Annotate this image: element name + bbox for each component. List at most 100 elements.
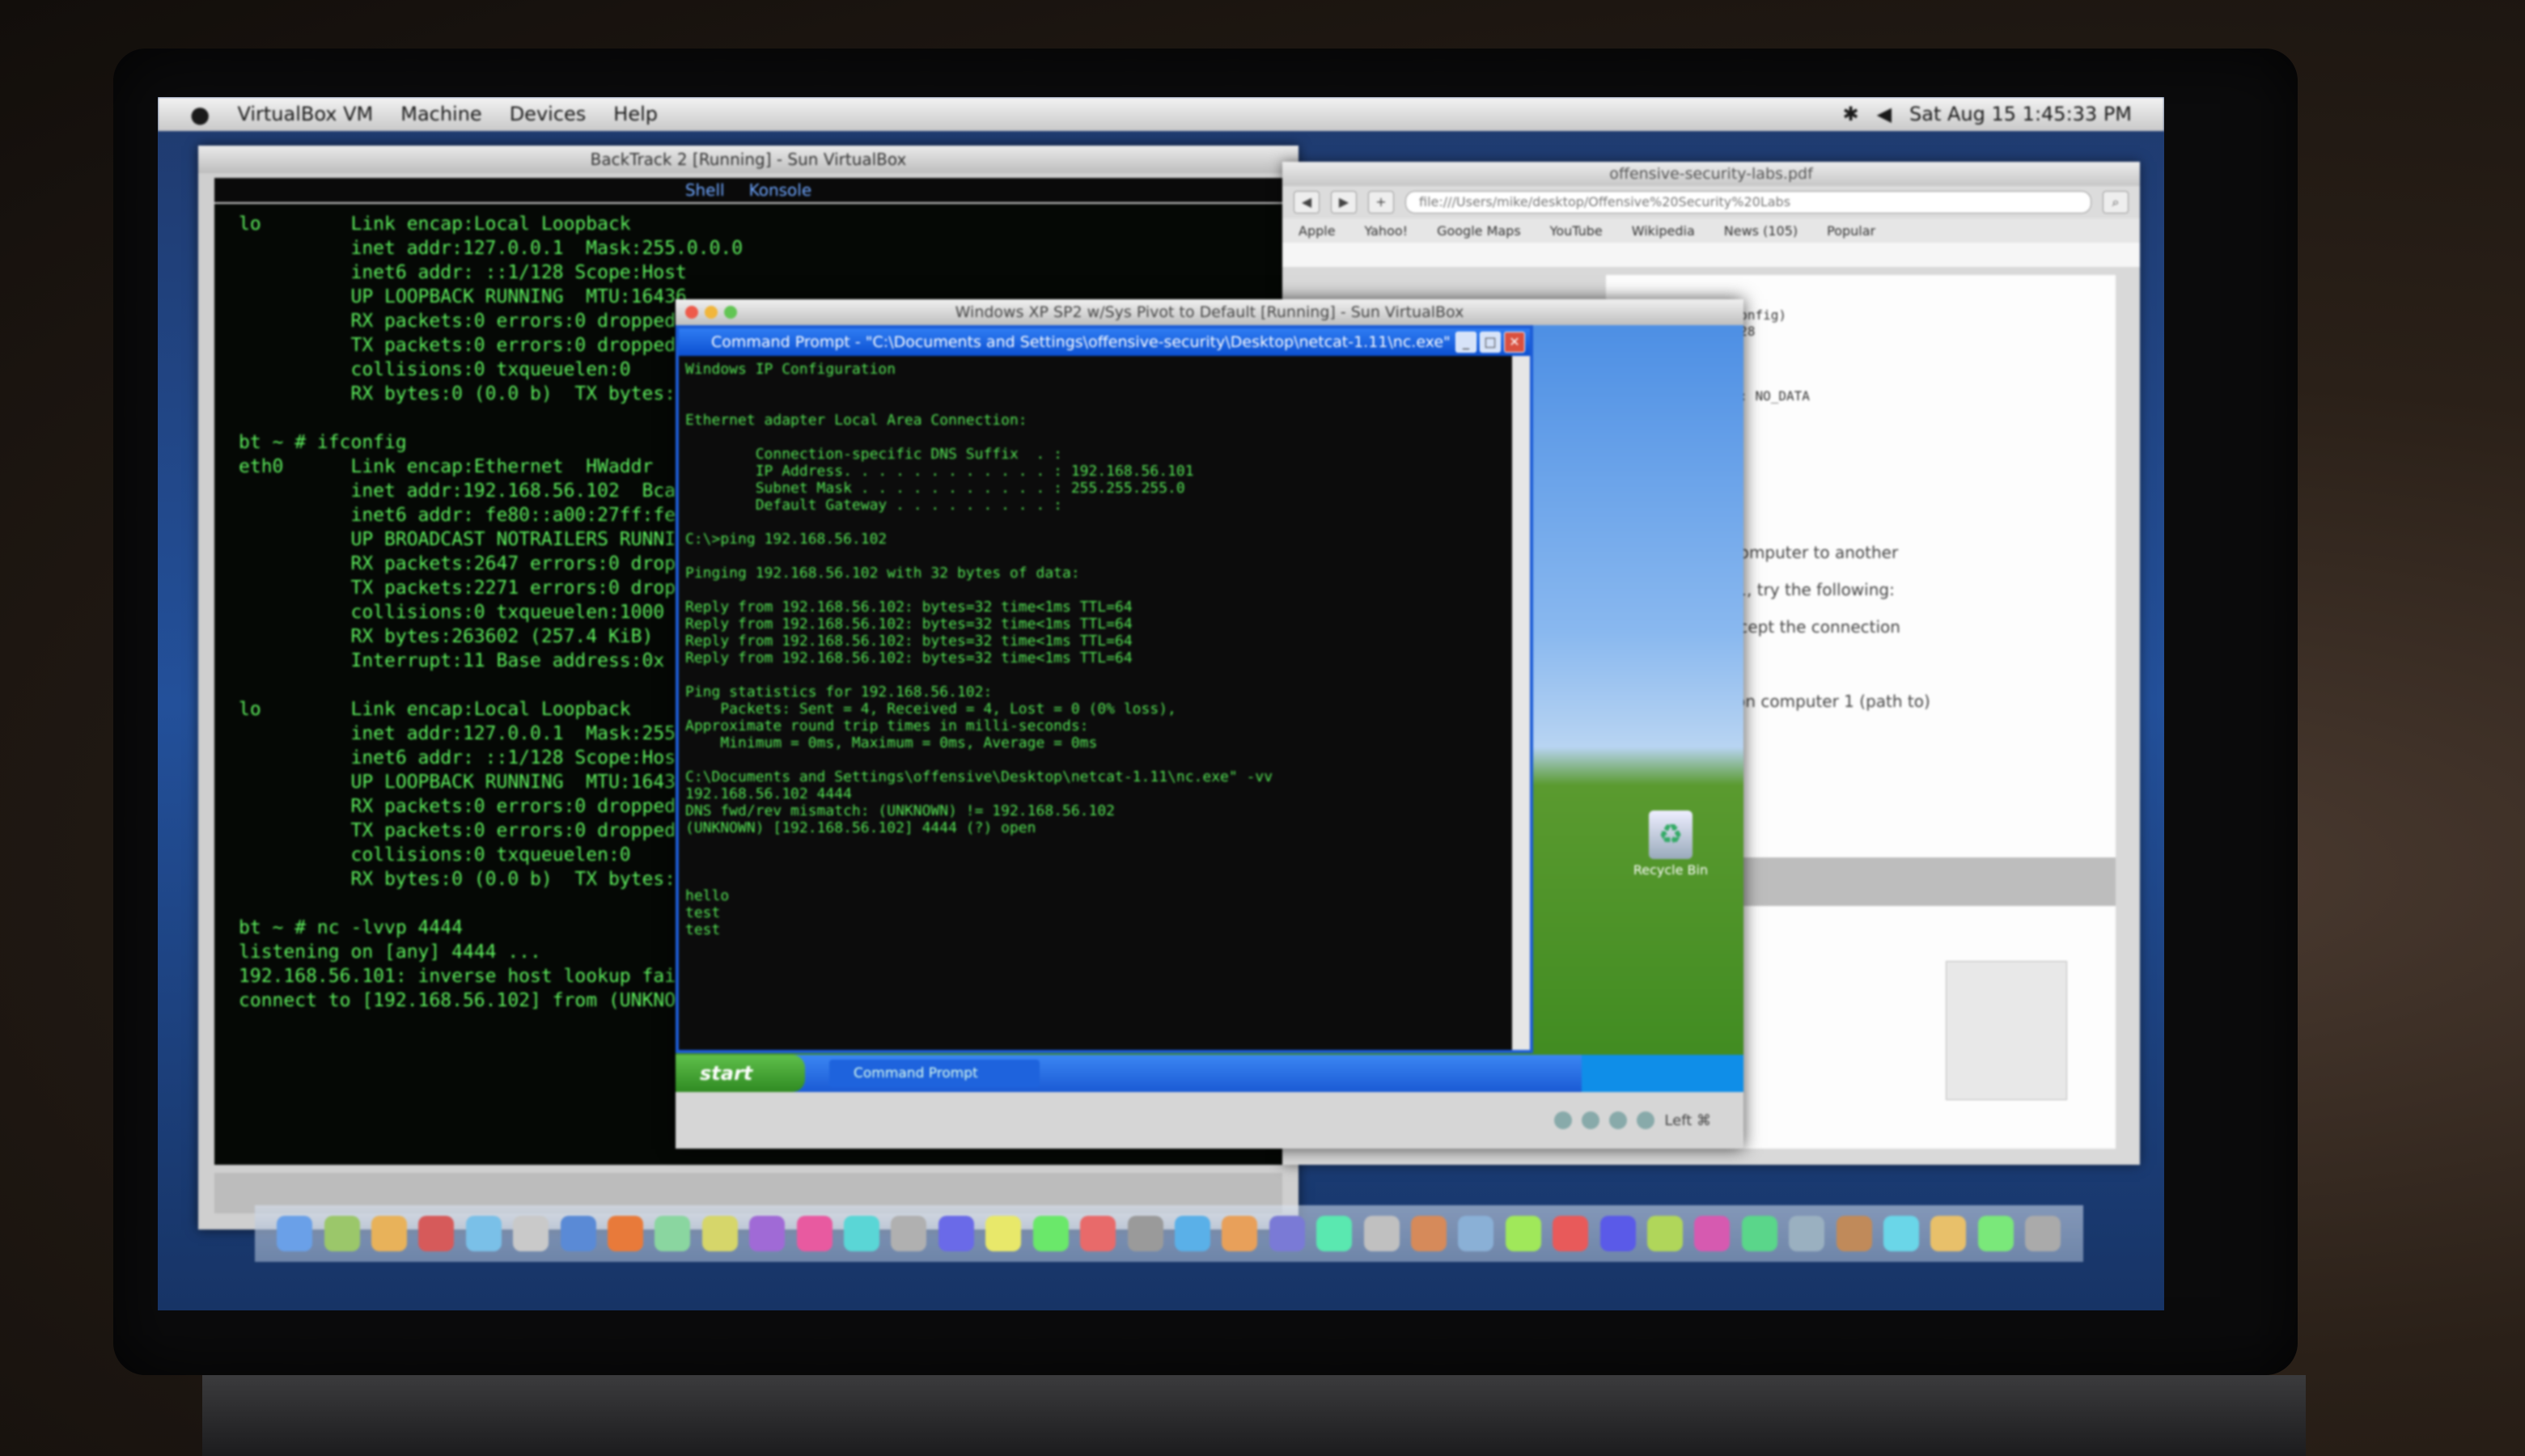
xp-window-title[interactable]: Windows XP SP2 w/Sys Pivot to Default [R… — [676, 299, 1743, 325]
menubar-clock[interactable]: Sat Aug 15 1:45:33 PM — [1909, 103, 2132, 125]
cmd-line — [685, 548, 1504, 565]
bookmark-item[interactable]: Yahoo! — [1365, 223, 1409, 239]
dock-app-icon[interactable] — [985, 1216, 1022, 1251]
window-controls — [685, 306, 737, 319]
dock-app-icon[interactable] — [891, 1216, 927, 1251]
cmd-line: IP Address. . . . . . . . . . . . : 192.… — [685, 463, 1194, 480]
dock-app-icon[interactable] — [655, 1216, 691, 1251]
dock-app-icon[interactable] — [1883, 1216, 1920, 1251]
dock-app-icon[interactable] — [1269, 1216, 1305, 1251]
dock-app-icon[interactable] — [1694, 1216, 1731, 1251]
mac-menubar: ● VirtualBox VM Machine Devices Help ✱ ◀… — [158, 97, 2164, 131]
close-icon[interactable]: ✕ — [1504, 332, 1525, 353]
virtualbox-status-bar: Left ⌘ — [676, 1092, 1743, 1149]
maximize-icon[interactable]: □ — [1480, 332, 1501, 353]
cmd-line: (UNKNOWN) [192.168.56.102] 4444 (?) open — [685, 819, 1036, 836]
dock-app-icon[interactable] — [796, 1216, 832, 1251]
command-prompt-output[interactable]: Windows IP Configuration Ethernet adapte… — [679, 356, 1510, 1050]
back-icon[interactable]: ◀ — [1294, 191, 1320, 214]
dock-app-icon[interactable] — [1174, 1216, 1210, 1251]
bookmark-item[interactable]: Wikipedia — [1632, 223, 1695, 239]
dock-app-icon[interactable] — [1836, 1216, 1872, 1251]
cmd-line: Subnet Mask . . . . . . . . . . . : 255.… — [685, 480, 1185, 497]
dock-app-icon[interactable] — [1977, 1216, 2014, 1251]
minimize-icon[interactable]: _ — [1455, 332, 1476, 353]
browser-window-title[interactable]: offensive-security-labs.pdf — [1282, 162, 2140, 186]
minimize-icon[interactable] — [705, 306, 718, 319]
dock-app-icon[interactable] — [1646, 1216, 1683, 1251]
network-icon[interactable] — [1609, 1111, 1628, 1129]
dock-app-icon[interactable] — [2025, 1216, 2061, 1251]
dock-app-icon[interactable] — [371, 1216, 408, 1251]
dock-app-icon[interactable] — [1553, 1216, 1589, 1251]
cmd-line — [685, 378, 1504, 395]
dock-app-icon[interactable] — [608, 1216, 644, 1251]
bookmark-item[interactable]: Popular — [1827, 223, 1875, 239]
cmd-line — [685, 667, 1504, 684]
bookmark-item[interactable]: Google Maps — [1437, 223, 1521, 239]
dock-app-icon[interactable] — [1789, 1216, 1825, 1251]
dock-app-icon[interactable] — [1741, 1216, 1777, 1251]
dock-app-icon[interactable] — [938, 1216, 974, 1251]
taskbar-item-command-prompt[interactable]: Command Prompt — [829, 1060, 1040, 1087]
disk-icon[interactable] — [1554, 1111, 1573, 1129]
dock-app-icon[interactable] — [418, 1216, 455, 1251]
cmd-line: Ethernet adapter Local Area Connection: — [685, 412, 1027, 429]
cd-icon[interactable] — [1582, 1111, 1600, 1129]
dock-app-icon[interactable] — [1505, 1216, 1541, 1251]
search-icon[interactable]: ⌕ — [2103, 191, 2129, 214]
dock-app-icon[interactable] — [749, 1216, 786, 1251]
recycle-bin[interactable]: ♻ Recycle Bin — [1622, 811, 1719, 878]
dock-app-icon[interactable] — [560, 1216, 596, 1251]
cmd-line: test — [685, 921, 721, 938]
bookmark-item[interactable]: YouTube — [1550, 223, 1603, 239]
cmd-line: 192.168.56.102 4444 — [685, 785, 852, 802]
dock-app-icon[interactable] — [701, 1216, 738, 1251]
forward-icon[interactable]: ▶ — [1331, 191, 1357, 214]
bookmark-item[interactable]: News (105) — [1724, 223, 1798, 239]
dock-app-icon[interactable] — [1222, 1216, 1258, 1251]
tab-konsole[interactable]: Konsole — [749, 178, 812, 202]
dock-app-icon[interactable] — [1930, 1216, 1967, 1251]
laptop-screen: ● VirtualBox VM Machine Devices Help ✱ ◀… — [158, 97, 2164, 1310]
dock-app-icon[interactable] — [1458, 1216, 1494, 1251]
add-tab-icon[interactable]: + — [1368, 191, 1394, 214]
cmd-line: DNS fwd/rev mismatch: (UNKNOWN) != 192.1… — [685, 802, 1116, 819]
cmd-line: Packets: Sent = 4, Received = 4, Lost = … — [685, 700, 1176, 717]
screen-contents: ● VirtualBox VM Machine Devices Help ✱ ◀… — [158, 97, 2164, 1310]
dock-app-icon[interactable] — [1599, 1216, 1636, 1251]
menu-machine[interactable]: Machine — [400, 103, 481, 125]
dock-app-icon[interactable] — [277, 1216, 313, 1251]
bookmark-item[interactable]: Apple — [1299, 223, 1336, 239]
menu-devices[interactable]: Devices — [510, 103, 587, 125]
menu-help[interactable]: Help — [613, 103, 658, 125]
dock-app-icon[interactable] — [465, 1216, 502, 1251]
dock-app-icon[interactable] — [1032, 1216, 1069, 1251]
cmd-line: test — [685, 904, 721, 921]
keyboard-viewer-panel — [1946, 961, 2067, 1100]
backtrack-window-title[interactable]: BackTrack 2 [Running] - Sun VirtualBox — [198, 146, 1299, 173]
menubar-app-name[interactable]: VirtualBox VM — [237, 103, 373, 125]
system-tray — [1582, 1055, 1743, 1092]
close-icon[interactable] — [685, 306, 698, 319]
tab-shell[interactable]: Shell — [685, 178, 725, 202]
apple-menu-icon[interactable]: ● — [190, 101, 210, 128]
dock-app-icon[interactable] — [1316, 1216, 1353, 1251]
dock-app-icon[interactable] — [1080, 1216, 1116, 1251]
browser-toolbar: ◀ ▶ + file:///Users/mike/desktop/Offensi… — [1282, 186, 2140, 218]
dock-app-icon[interactable] — [844, 1216, 880, 1251]
dock-app-icon[interactable] — [1127, 1216, 1163, 1251]
cmd-scrollbar[interactable] — [1512, 356, 1530, 1050]
bluetooth-icon[interactable]: ✱ — [1842, 103, 1858, 125]
address-bar[interactable]: file:///Users/mike/desktop/Offensive%20S… — [1405, 191, 2091, 214]
cmd-line: Connection-specific DNS Suffix . : — [685, 446, 1062, 463]
dock-app-icon[interactable] — [324, 1216, 360, 1251]
dock-app-icon[interactable] — [513, 1216, 549, 1251]
usb-icon[interactable] — [1637, 1111, 1655, 1129]
volume-icon[interactable]: ◀ — [1877, 103, 1892, 125]
dock-app-icon[interactable] — [1363, 1216, 1400, 1251]
command-prompt-titlebar[interactable]: Command Prompt - "C:\Documents and Setti… — [679, 328, 1530, 356]
dock-app-icon[interactable] — [1410, 1216, 1447, 1251]
start-button[interactable]: start — [676, 1055, 805, 1092]
zoom-icon[interactable] — [724, 306, 737, 319]
